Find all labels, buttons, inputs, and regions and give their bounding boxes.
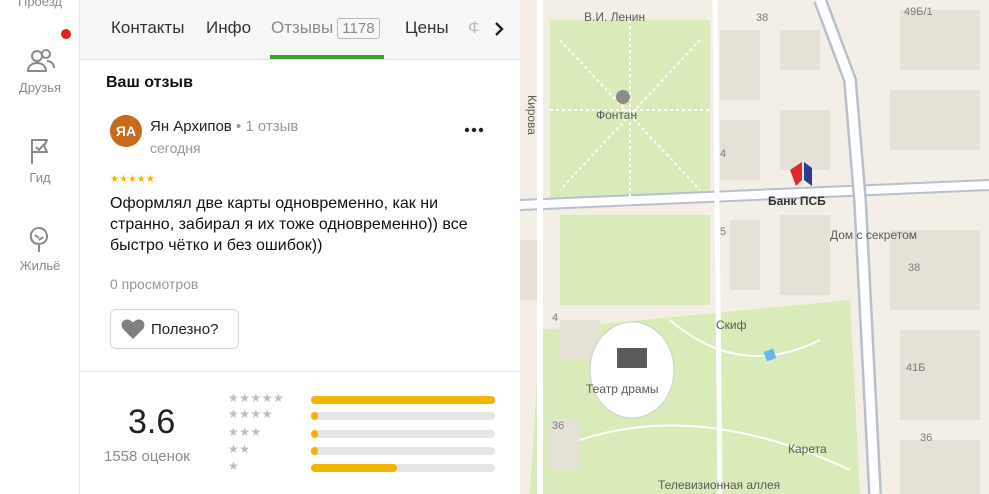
map-house-number: 4 (720, 148, 727, 160)
tab-reviews-label: Отзывы (271, 18, 334, 37)
rail-item-friends-label: Друзья (18, 80, 62, 95)
tree-house-icon (25, 224, 55, 254)
tabs-scroll-right-button[interactable] (478, 0, 520, 59)
tab-info[interactable]: Инфо (206, 18, 251, 38)
map-house-number: 36 (920, 432, 933, 444)
distribution-bar-fill (311, 447, 319, 455)
friends-icon (25, 46, 55, 76)
map-house-number: 36 (552, 420, 565, 432)
distribution-stars: ★★★★★ (228, 391, 285, 405)
map-label-kirova[interactable]: Кирова (525, 95, 539, 135)
map-label-lenin[interactable]: В.И. Ленин (584, 10, 645, 24)
more-dots-icon (464, 127, 484, 133)
rating-distribution-row: ★★ (228, 442, 498, 456)
review-views: 0 просмотров (110, 276, 199, 292)
map-label-bank[interactable]: Банк ПСБ (768, 194, 826, 208)
rail-item-housing-label: Жильё (19, 258, 61, 273)
left-rail: Проезд Друзья Гид Жильё (0, 0, 80, 494)
distribution-bar (311, 464, 495, 472)
distribution-bar (311, 447, 495, 455)
review-date: сегодня (150, 140, 201, 156)
rail-item-housing[interactable]: Жильё (0, 224, 80, 273)
active-tab-indicator (270, 55, 384, 59)
rating-distribution-row: ★★★★ (228, 407, 498, 421)
useful-button[interactable]: Полезно? (110, 309, 239, 349)
map[interactable]: В.И. Ленин Фонтан Кирова Банк ПСБ Дом с … (520, 0, 989, 494)
tabs-bar: Контакты Инфо Отзывы 1178 Цены Ф (80, 0, 520, 60)
map-house-number: 38 (908, 262, 921, 274)
tab-reviews[interactable]: Отзывы 1178 (271, 18, 380, 39)
rail-item-guide[interactable]: Гид (0, 136, 80, 185)
map-house-number: 38 (756, 12, 769, 24)
author-line: Ян Архипов • 1 отзыв (150, 118, 298, 135)
section-divider (80, 371, 520, 372)
tab-prices[interactable]: Цены (405, 18, 449, 38)
map-house-number: 49Б/1 (904, 6, 933, 18)
distribution-stars: ★ (228, 459, 240, 473)
distribution-bar-fill (311, 430, 319, 438)
distribution-stars: ★★★ (228, 425, 262, 439)
map-label-fountain[interactable]: Фонтан (596, 108, 637, 122)
map-label-carriage[interactable]: Карета (788, 442, 827, 456)
map-label-skif[interactable]: Скиф (716, 318, 747, 332)
author-review-count: 1 отзыв (245, 118, 299, 135)
rail-item-route-label: Проезд (17, 0, 62, 9)
map-house-number: 5 (720, 226, 727, 238)
map-label-secret-house[interactable]: Дом с секретом (830, 228, 917, 242)
map-house-number: 41Б (906, 362, 926, 374)
review-stars: ★★★★★ (110, 174, 155, 185)
tab-contacts[interactable]: Контакты (111, 18, 184, 38)
author-separator: • (231, 118, 246, 135)
distribution-bar (311, 396, 495, 404)
ratings-count: 1558 оценок (104, 448, 190, 465)
rail-item-friends[interactable]: Друзья (0, 46, 80, 95)
map-label-theater[interactable]: Театр драмы (586, 382, 658, 396)
heart-icon (121, 319, 145, 339)
rating-distribution-row: ★★★★★ (228, 391, 498, 405)
distribution-bar-fill (311, 464, 398, 472)
organization-panel: Контакты Инфо Отзывы 1178 Цены Ф Ваш отзы… (80, 0, 520, 494)
rail-item-route[interactable]: Проезд (0, 0, 80, 9)
distribution-bar-fill (311, 396, 495, 404)
flag-icon (25, 136, 55, 166)
avatar[interactable]: ЯА (110, 115, 142, 147)
author-name[interactable]: Ян Архипов (150, 118, 232, 135)
distribution-bar (311, 412, 495, 420)
map-house-number: 4 (552, 312, 559, 324)
notification-dot (61, 29, 71, 39)
average-rating: 3.6 (128, 403, 176, 441)
distribution-bar-fill (311, 412, 319, 420)
review-text: Оформлял две карты одновременно, как ни … (110, 195, 468, 254)
map-label-tv-alley[interactable]: Телевизионная аллея (658, 478, 780, 492)
rating-distribution-row: ★★★ (228, 425, 498, 439)
distribution-stars: ★★ (228, 442, 251, 456)
your-review-title: Ваш отзыв (106, 74, 193, 91)
distribution-stars: ★★★★ (228, 407, 274, 421)
chevron-right-icon (493, 17, 505, 43)
reviews-count-badge: 1178 (337, 18, 380, 39)
more-options-button[interactable] (464, 118, 484, 134)
rating-distribution-row: ★ (228, 459, 498, 473)
useful-label: Полезно? (151, 320, 219, 338)
rail-item-guide-label: Гид (29, 170, 51, 185)
map-canvas (520, 0, 989, 494)
distribution-bar (311, 430, 495, 438)
